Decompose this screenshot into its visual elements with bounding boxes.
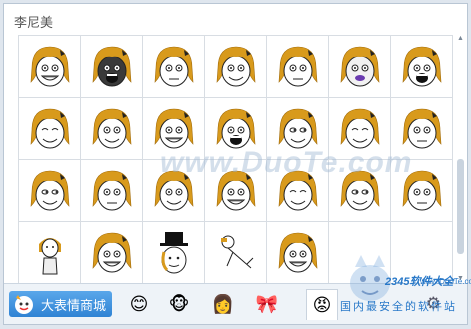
- emoji-cell[interactable]: [18, 159, 81, 222]
- rage-face-icon: [154, 46, 193, 86]
- rage-face-icon: [278, 108, 317, 148]
- emoji-cell[interactable]: [142, 35, 205, 98]
- watermark-domain: www.DuoTe.com: [420, 277, 471, 286]
- scrollbar-thumb[interactable]: [457, 159, 464, 254]
- emoji-smiley-icon: 😊: [129, 293, 149, 314]
- emoji-cell[interactable]: [204, 35, 267, 98]
- rage-face-icon: [278, 46, 317, 86]
- girl-doodle-icon: 👩: [211, 293, 235, 314]
- monkey-tab[interactable]: 🐵: [164, 289, 194, 319]
- rage-face-icon: [278, 232, 317, 272]
- emoji-shop-button[interactable]: 大表情商城: [9, 291, 112, 317]
- rage-face-icon: [92, 170, 131, 210]
- rage-face-icon: [30, 46, 69, 86]
- girl-doodle-tab[interactable]: 👩: [208, 289, 238, 319]
- rage-face-icon: 😡: [312, 294, 332, 315]
- rage-face-icon: [340, 108, 379, 148]
- rage-face-icon: [30, 108, 69, 148]
- shop-mascot-icon: [15, 295, 33, 314]
- emoji-cell[interactable]: [328, 35, 391, 98]
- emoji-shop-label: 大表情商城: [41, 297, 107, 313]
- rage-face-icon: [30, 170, 69, 210]
- emoji-cell[interactable]: [266, 35, 329, 98]
- cartoon-tab[interactable]: 🎀: [252, 289, 282, 319]
- emoji-cell[interactable]: [80, 35, 143, 98]
- cartoon-icon: 🎀: [255, 293, 279, 314]
- rage-face-icon: [154, 108, 193, 148]
- emoji-cell[interactable]: [204, 221, 267, 284]
- emoji-cell[interactable]: [390, 35, 453, 98]
- emoji-cell[interactable]: [18, 221, 81, 284]
- emoji-cell[interactable]: [18, 97, 81, 160]
- rage-face-icon: [92, 108, 131, 148]
- rage-face-icon: [220, 235, 253, 268]
- rage-face-icon: [38, 237, 61, 274]
- rage-face-icon: [402, 46, 441, 86]
- emoji-cell[interactable]: [142, 221, 205, 284]
- rage-face-icon: [92, 46, 131, 86]
- rage-face-tab[interactable]: 😡: [306, 289, 338, 320]
- emoji-cell[interactable]: [80, 159, 143, 222]
- rage-face-icon: [216, 108, 255, 148]
- panel-title: 李尼美: [14, 15, 54, 30]
- rage-face-icon: [402, 108, 441, 148]
- scroll-up-arrow-icon[interactable]: ▲: [456, 34, 465, 44]
- rage-face-icon: [216, 46, 255, 86]
- emoji-smiley-tab[interactable]: 😊: [124, 289, 154, 319]
- watermark-slogan: 国内最安全的软件站: [340, 301, 457, 313]
- emoji-cell[interactable]: [18, 35, 81, 98]
- emoji-cell[interactable]: [80, 221, 143, 284]
- monkey-icon: 🐵: [168, 293, 190, 314]
- rage-face-icon: [340, 46, 379, 86]
- emoji-cell[interactable]: [80, 97, 143, 160]
- rage-face-icon: [92, 232, 131, 272]
- emoji-cell[interactable]: [266, 221, 329, 284]
- rage-face-icon: [159, 231, 188, 273]
- watermark-center: www.DuoTe.com: [160, 146, 413, 179]
